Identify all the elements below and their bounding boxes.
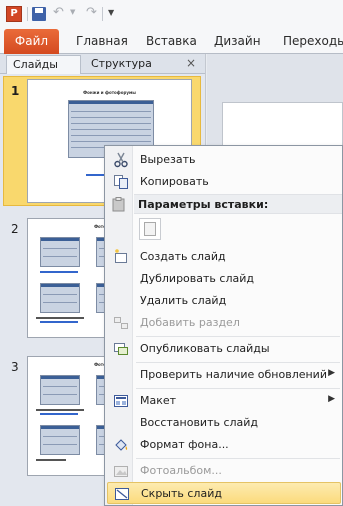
tab-transitions[interactable]: Переходы bbox=[283, 29, 343, 54]
pane-tabs: Слайды Структура × bbox=[0, 54, 205, 74]
publish-icon bbox=[114, 343, 128, 355]
quick-access-toolbar: P ↶ ▼ ↷ ▼ bbox=[0, 0, 343, 27]
new-slide-icon bbox=[115, 249, 127, 263]
slide-caption bbox=[36, 459, 66, 461]
slide-link bbox=[40, 271, 78, 273]
menu-separator bbox=[136, 388, 340, 389]
tab-home[interactable]: Главная bbox=[76, 29, 128, 54]
slide-number: 3 bbox=[11, 360, 19, 374]
menu-item-layout[interactable]: Макет ▶ bbox=[107, 390, 341, 412]
toolbar-separator bbox=[102, 7, 103, 21]
menu-item-cut[interactable]: Вырезать bbox=[107, 149, 341, 171]
undo-dropdown-icon[interactable]: ▼ bbox=[70, 8, 75, 16]
scissors-icon bbox=[114, 152, 128, 168]
customize-qat-icon[interactable]: ▼ bbox=[108, 8, 114, 17]
close-icon[interactable]: × bbox=[186, 56, 196, 70]
menu-item-add-section: Добавить раздел bbox=[107, 312, 341, 334]
photo-album-icon bbox=[114, 466, 128, 477]
submenu-arrow-icon: ▶ bbox=[328, 394, 335, 404]
menu-item-label: Восстановить слайд bbox=[140, 416, 259, 429]
context-menu: Вырезать Копировать Параметры вставки: С… bbox=[104, 145, 343, 506]
menu-item-label: Удалить слайд bbox=[140, 294, 227, 307]
menu-item-label: Копировать bbox=[140, 175, 209, 188]
menu-separator bbox=[136, 362, 340, 363]
undo-icon[interactable]: ↶ bbox=[53, 5, 64, 20]
slide-caption bbox=[36, 317, 84, 319]
paste-icon bbox=[112, 197, 125, 212]
menu-item-duplicate-slide[interactable]: Дублировать слайд bbox=[107, 268, 341, 290]
menu-item-copy[interactable]: Копировать bbox=[107, 171, 341, 193]
tab-file[interactable]: Файл bbox=[4, 29, 59, 54]
menu-item-label: Опубликовать слайды bbox=[140, 342, 270, 355]
hide-slide-icon bbox=[115, 488, 129, 500]
paste-options-header: Параметры вставки: bbox=[134, 194, 342, 214]
slide-link bbox=[40, 413, 78, 415]
menu-separator bbox=[136, 336, 340, 337]
tab-insert[interactable]: Вставка bbox=[146, 29, 197, 54]
layout-icon bbox=[114, 395, 128, 407]
menu-item-label: Создать слайд bbox=[140, 250, 226, 263]
menu-item-photo-album: Фотоальбом... bbox=[107, 460, 341, 482]
menu-item-format-background[interactable]: Формат фона... bbox=[107, 434, 341, 456]
fill-bucket-icon bbox=[115, 439, 128, 451]
tab-design[interactable]: Дизайн bbox=[214, 29, 261, 54]
menu-item-label: Проверить наличие обновлений bbox=[140, 368, 327, 381]
menu-item-label: Дублировать слайд bbox=[140, 272, 254, 285]
menu-item-label: Макет bbox=[140, 394, 177, 407]
menu-item-label: Фотоальбом... bbox=[140, 464, 222, 477]
menu-item-new-slide[interactable]: Создать слайд bbox=[107, 246, 341, 268]
slide-caption bbox=[36, 409, 84, 411]
slide-image bbox=[40, 237, 80, 267]
ribbon-tabs: Файл Главная Вставка Дизайн Переходы bbox=[0, 27, 343, 54]
section-icon bbox=[114, 317, 128, 329]
section-label: Параметры вставки: bbox=[138, 198, 269, 211]
slide-number: 1 bbox=[11, 84, 20, 98]
copy-icon bbox=[114, 175, 128, 189]
toolbar-separator bbox=[27, 7, 28, 21]
tab-outline[interactable]: Структура bbox=[85, 55, 158, 74]
menu-item-label: Вырезать bbox=[140, 153, 196, 166]
slide-image bbox=[40, 425, 80, 455]
menu-item-hide-slide[interactable]: Скрыть слайд bbox=[107, 482, 341, 504]
slide-number: 2 bbox=[11, 222, 19, 236]
menu-item-check-updates[interactable]: Проверить наличие обновлений ▶ bbox=[107, 364, 341, 386]
tab-slides[interactable]: Слайды bbox=[6, 55, 81, 74]
menu-item-label: Формат фона... bbox=[140, 438, 229, 451]
menu-item-label: Скрыть слайд bbox=[141, 487, 222, 500]
app-icon[interactable]: P bbox=[6, 6, 22, 22]
menu-separator bbox=[136, 458, 340, 459]
submenu-arrow-icon: ▶ bbox=[328, 368, 335, 378]
menu-item-delete-slide[interactable]: Удалить слайд bbox=[107, 290, 341, 312]
paste-keep-format-button[interactable] bbox=[139, 218, 161, 240]
menu-item-label: Добавить раздел bbox=[140, 316, 240, 329]
slide-image bbox=[40, 375, 80, 405]
powerpoint-window: P ↶ ▼ ↷ ▼ Файл Главная Вставка Дизайн Пе… bbox=[0, 0, 343, 506]
menu-item-publish-slides[interactable]: Опубликовать слайды bbox=[107, 338, 341, 360]
menu-item-reset-slide[interactable]: Восстановить слайд bbox=[107, 412, 341, 434]
slide-image bbox=[40, 283, 80, 313]
slide-link bbox=[40, 321, 78, 323]
redo-icon[interactable]: ↷ bbox=[86, 5, 97, 20]
slide-title: Фонжи и фотофорумы bbox=[83, 90, 136, 95]
save-icon[interactable] bbox=[32, 7, 46, 21]
